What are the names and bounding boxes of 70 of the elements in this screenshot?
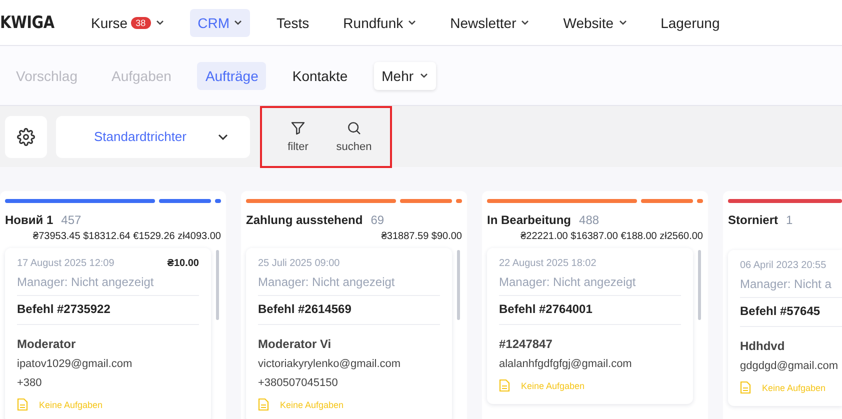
document-icon xyxy=(740,381,751,394)
nav-menu-item[interactable]: Lagerung xyxy=(652,8,728,36)
contact-phone: +380 xyxy=(17,377,43,389)
document-icon xyxy=(258,398,269,411)
gear-icon xyxy=(17,128,35,146)
column-title: In Bearbeitung xyxy=(487,213,572,227)
order-date: 17 August 2025 12:09 xyxy=(17,258,114,269)
tasks-text: Keine Aufgaben xyxy=(521,380,585,390)
contact-email: gdgdgd@gmail.com xyxy=(740,360,839,372)
order-number: Befehl #2614569 xyxy=(258,296,440,325)
sub-tab[interactable]: Aufträge xyxy=(197,62,266,90)
scrollbar-thumb[interactable] xyxy=(457,250,460,320)
chevron-down-icon xyxy=(218,134,228,140)
order-amount: ₴10.00 xyxy=(167,258,199,269)
order-card[interactable]: 25 Juli 2025 09:00 Manager: Nicht angezeigt Befehl #2614569 Moderator Vi victoriakyrylenko@gmail.com +380507045150 Keine Aufgaben xyxy=(246,248,452,419)
nav-menu-item[interactable]: Kurse 38 xyxy=(83,8,172,36)
column-title: Новий 1 xyxy=(5,213,54,227)
contact-email: victoriakyrylenko@gmail.com xyxy=(258,358,402,370)
funnel-icon xyxy=(290,120,306,136)
nav-menu-item[interactable]: Rundfunk xyxy=(335,8,424,36)
tasks-text: Keine Aufgaben xyxy=(39,400,103,410)
order-number: Befehl #2735922 xyxy=(17,296,199,325)
more-dropdown[interactable]: Mehr xyxy=(374,62,436,90)
column-totals: ₴22221.00 $16387.00 €188.00 zł2560.00 xyxy=(520,231,703,242)
sub-tab[interactable]: Kontakte xyxy=(284,62,356,90)
order-date: 25 Juli 2025 09:00 xyxy=(258,258,340,269)
column-count: 69 xyxy=(370,213,384,227)
logo[interactable]: KWIGA xyxy=(0,12,68,32)
column-totals: ₴31887.59 $90.00 xyxy=(380,231,462,242)
nav-menu-item[interactable]: Website xyxy=(555,8,635,36)
order-card[interactable]: 22 August 2025 18:02 Manager: Nicht angezeigt Befehl #2764001 #1247847 alalanhfgdfgfgj@gmail.com Keine Aufgaben xyxy=(487,248,693,404)
settings-button[interactable] xyxy=(5,116,47,158)
column-count: 488 xyxy=(579,213,600,227)
scrollbar-thumb[interactable] xyxy=(698,250,701,320)
document-icon xyxy=(17,398,28,411)
chevron-down-icon xyxy=(420,73,428,78)
contact-name: #1247847 xyxy=(499,337,554,351)
order-date: 22 August 2025 18:02 xyxy=(499,258,596,269)
contact-name: Hdhdvd xyxy=(740,339,786,353)
column-count: 457 xyxy=(61,213,82,227)
tasks-text: Keine Aufgaben xyxy=(762,382,826,392)
manager-text: Manager: Nicht angezeigt xyxy=(258,275,440,296)
funnel-select[interactable]: Standardtrichter xyxy=(56,116,250,158)
document-icon xyxy=(499,379,510,392)
nav-menu-item[interactable]: Newsletter xyxy=(442,8,538,36)
search-icon xyxy=(346,120,362,136)
tasks-text: Keine Aufgaben xyxy=(280,400,344,410)
order-card[interactable]: 06 April 2023 20:55 Manager: Nicht a Befehl #57645 Hdhdvd gdgdgd@gmail.com Keine Aufgaben xyxy=(728,250,842,406)
manager-text: Manager: Nicht a xyxy=(740,277,842,298)
order-date: 06 April 2023 20:55 xyxy=(740,260,826,271)
nav-menu-item[interactable]: CRM xyxy=(190,8,250,36)
contact-email: ipatov1029@gmail.com xyxy=(17,358,134,370)
manager-text: Manager: Nicht angezeigt xyxy=(17,275,199,296)
column-title: Zahlung ausstehend xyxy=(246,213,363,227)
order-number: Befehl #57645 xyxy=(740,298,842,327)
order-number: Befehl #2764001 xyxy=(499,296,681,325)
column-count: 1 xyxy=(786,213,793,227)
order-card[interactable]: 17 August 2025 12:09 ₴10.00 Manager: Nicht angezeigt Befehl #2735922 Moderator ipatov1029@gmail.com +380 Keine Aufgaben xyxy=(5,248,211,419)
column-title: Storniert xyxy=(728,213,778,227)
search-button[interactable]: suchen xyxy=(334,120,374,153)
scrollbar-thumb[interactable] xyxy=(216,250,219,320)
contact-email: alalanhfgdfgfgj@gmail.com xyxy=(499,358,633,370)
column-totals: ₴73953.45 $18312.64 €1529.26 zł4093.00 xyxy=(32,231,221,242)
count-badge: 38 xyxy=(130,16,151,28)
contact-name: Moderator xyxy=(17,337,77,351)
manager-text: Manager: Nicht angezeigt xyxy=(499,275,681,296)
nav-menu-item[interactable]: Tests xyxy=(268,8,318,36)
filter-button[interactable]: filter xyxy=(278,120,318,153)
contact-name: Moderator Vi xyxy=(258,337,332,351)
contact-phone: +380507045150 xyxy=(258,377,339,389)
